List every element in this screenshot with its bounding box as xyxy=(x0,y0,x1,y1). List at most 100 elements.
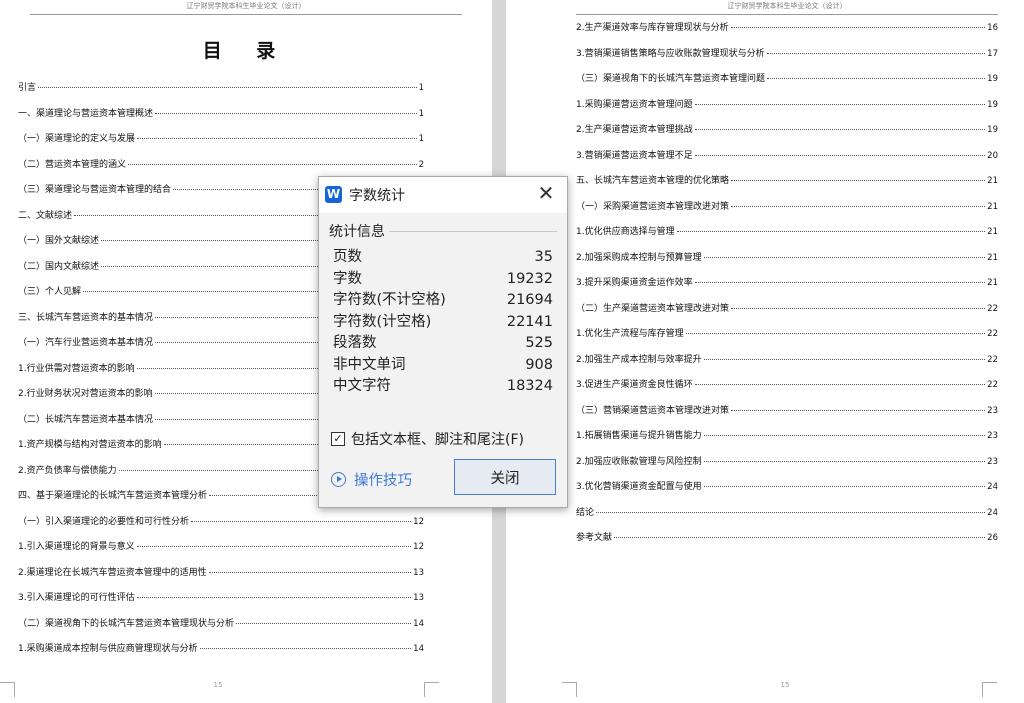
document-page-right: 辽宁财贸学院本科生毕业论文（设计） 2.生产渠道效率与库存管理现状与分析 16 3.… xyxy=(506,0,1024,703)
toc-leader-dots xyxy=(191,520,412,522)
toc-entry-page: 17 xyxy=(987,48,998,59)
tips-link[interactable]: 操作技巧 xyxy=(331,469,412,490)
toc-entry[interactable]: 1.采购渠道成本控制与供应商管理现状与分析 14 xyxy=(18,641,424,667)
toc-entry-page: 19 xyxy=(987,125,998,135)
toc-entry[interactable]: 3.优化营销渠道资金配置与使用 24 xyxy=(576,479,998,505)
close-icon[interactable]: ✕ xyxy=(535,182,557,204)
toc-entry-label: 1.引入渠道理论的背景与意义 xyxy=(18,542,135,552)
toc-entry-page: 2 xyxy=(418,159,424,170)
stat-row: 字符数(不计空格) 21694 xyxy=(333,290,553,312)
toc-entry-page: 19 xyxy=(987,74,998,84)
toc-entry-label: （一）汽车行业营运资本基本情况 xyxy=(18,338,154,348)
page-number: 15 xyxy=(780,681,790,689)
toc-leader-dots xyxy=(676,231,986,232)
toc-entry[interactable]: 3.促进生产渠道资金良性循环 22 xyxy=(576,377,998,403)
toc-entry-page: 14 xyxy=(413,618,424,629)
toc-entry[interactable]: （一）采购渠道营运资本管理改进对策 21 xyxy=(576,199,998,225)
toc-entry[interactable]: （二）渠道视角下的长城汽车营运资本管理现状与分析 14 xyxy=(18,616,424,642)
toc-entry[interactable]: 一、渠道理论与营运资本管理概述 1 xyxy=(18,106,424,132)
toc-leader-dots xyxy=(694,129,986,130)
word-count-dialog: W 字数统计 ✕ 统计信息 页数 35 字数 19232 字符数(不计空格) 21694 字… xyxy=(318,176,568,508)
stat-label: 字符数(不计空格) xyxy=(333,292,446,308)
toc-leader-dots xyxy=(596,511,986,513)
toc-entry[interactable]: （三）营销渠道营运资本管理改进对策 23 xyxy=(576,403,998,429)
toc-entry[interactable]: 3.营销渠道销售策略与应收账款管理现状与分析 17 xyxy=(576,46,998,72)
page-header: 辽宁财贸学院本科生毕业论文（设计） xyxy=(30,0,462,15)
toc-entry-page: 24 xyxy=(987,507,998,518)
toc-entry[interactable]: 2.生产渠道营运资本管理挑战 19 xyxy=(576,122,998,148)
toc-entry[interactable]: 2.加强采购成本控制与预算管理 21 xyxy=(576,250,998,276)
toc-entry[interactable]: 3.营销渠道营运资本管理不足 20 xyxy=(576,148,998,174)
stat-label: 字符数(计空格) xyxy=(333,313,432,330)
include-footnotes-checkbox[interactable]: ✓ xyxy=(331,432,345,446)
toc-entry-label: 3.提升采购渠道资金运作效率 xyxy=(576,278,693,288)
play-circle-icon xyxy=(331,472,346,487)
toc-entry-label: 四、基于渠道理论的长城汽车营运资本管理分析 xyxy=(18,491,208,501)
stat-row: 段落数 525 xyxy=(333,333,553,355)
toc-entry[interactable]: 3.提升采购渠道资金运作效率 21 xyxy=(576,275,998,301)
toc-leader-dots xyxy=(137,138,417,139)
toc-entry-label: 引言 xyxy=(18,83,37,93)
page-number: 15 xyxy=(213,681,223,689)
toc-entry[interactable]: 2.加强生产成本控制与效率提升 22 xyxy=(576,352,998,378)
tips-label[interactable]: 操作技巧 xyxy=(354,469,412,490)
toc-entry[interactable]: 引言 1 xyxy=(18,80,424,106)
toc-entry[interactable]: 1.拓展销售渠道与提升销售能力 23 xyxy=(576,428,998,454)
toc-entry[interactable]: （三）渠道视角下的长城汽车营运资本管理问题 19 xyxy=(576,71,998,97)
toc-entry[interactable]: 2.加强应收账款管理与风险控制 23 xyxy=(576,454,998,480)
toc-entry-label: 结论 xyxy=(576,507,595,518)
toc-entry-label: 2.行业财务状况对营运资本的影响 xyxy=(18,389,153,399)
toc-entry-label: 参考文献 xyxy=(576,533,613,543)
toc-leader-dots xyxy=(703,435,986,436)
toc-entry[interactable]: 结论 24 xyxy=(576,505,998,531)
toc-entry-page: 24 xyxy=(987,482,998,492)
toc-entry[interactable]: 参考文献 26 xyxy=(576,530,998,556)
stat-value: 21694 xyxy=(506,292,553,308)
toc-entry-label: 2.加强应收账款管理与风险控制 xyxy=(576,456,702,467)
toc-entry-page: 22 xyxy=(987,380,998,390)
close-button[interactable]: 关闭 xyxy=(454,459,556,495)
toc-entry-label: 1.资产规模与结构对营运资本的影响 xyxy=(18,440,162,450)
toc-entry-page: 19 xyxy=(987,99,998,110)
toc-entry-label: 1.拓展销售渠道与提升销售能力 xyxy=(576,431,702,441)
toc-entry-label: （一）渠道理论的定义与发展 xyxy=(18,134,136,144)
toc-entry[interactable]: 1.引入渠道理论的背景与意义 12 xyxy=(18,539,424,565)
toc-entry-page: 23 xyxy=(987,405,998,416)
toc-entry[interactable]: 1.采购渠道营运资本管理问题 19 xyxy=(576,97,998,123)
toc-entry[interactable]: 2.渠道理论在长城汽车营运资本管理中的适用性 13 xyxy=(18,565,424,591)
dialog-titlebar[interactable]: W 字数统计 ✕ xyxy=(319,177,567,213)
stats-list: 页数 35 字数 19232 字符数(不计空格) 21694 字符数(计空格) 22141 段落… xyxy=(333,247,553,398)
toc-leader-dots xyxy=(694,282,986,283)
toc-leader-dots xyxy=(155,112,417,114)
stat-row: 字数 19232 xyxy=(333,269,553,291)
toc-entry-label: 3.营销渠道营运资本管理不足 xyxy=(576,150,693,161)
toc-entry-label: 三、长城汽车营运资本的基本情况 xyxy=(18,312,154,323)
toc-leader-dots xyxy=(136,597,412,598)
toc-entry-label: （三）渠道理论与营运资本管理的结合 xyxy=(18,185,172,195)
toc-entry-page: 12 xyxy=(413,542,424,552)
toc-entry-page: 21 xyxy=(987,252,998,263)
page-header: 辽宁财贸学院本科生毕业论文（设计） xyxy=(576,0,998,15)
toc-entry[interactable]: （一）渠道理论的定义与发展 1 xyxy=(18,131,424,157)
include-footnotes-option[interactable]: ✓ 包括文本框、脚注和尾注(F) xyxy=(331,429,524,449)
stat-value: 19232 xyxy=(506,270,553,287)
toc-entry[interactable]: 3.引入渠道理论的可行性评估 13 xyxy=(18,590,424,616)
toc-leader-dots xyxy=(703,486,986,487)
toc-entry[interactable]: 五、长城汽车营运资本管理的优化策略 21 xyxy=(576,173,998,199)
toc-entry-page: 1 xyxy=(418,83,424,93)
toc-entry[interactable]: 1.优化生产流程与库存管理 22 xyxy=(576,326,998,352)
toc-leader-dots xyxy=(766,52,986,54)
toc-entry[interactable]: （一）引入渠道理论的必要性和可行性分析 12 xyxy=(18,514,424,540)
toc-entry-page: 14 xyxy=(413,644,424,654)
toc-entry[interactable]: 1.优化供应商选择与管理 21 xyxy=(576,224,998,250)
toc-entry-label: （二）长城汽车营运资本基本情况 xyxy=(18,414,154,425)
toc-entry-page: 20 xyxy=(987,150,998,161)
toc-leader-dots xyxy=(731,180,986,181)
toc-entry-label: 2.加强生产成本控制与效率提升 xyxy=(576,354,702,365)
toc-entry[interactable]: （二）生产渠道营运资本管理改进对策 22 xyxy=(576,301,998,327)
include-footnotes-label[interactable]: 包括文本框、脚注和尾注(F) xyxy=(351,429,524,449)
toc-entry[interactable]: 2.生产渠道效率与库存管理现状与分析 16 xyxy=(576,20,998,46)
toc-leader-dots xyxy=(136,546,412,547)
stat-label: 字数 xyxy=(333,270,362,287)
toc-entry-page: 13 xyxy=(413,593,424,603)
